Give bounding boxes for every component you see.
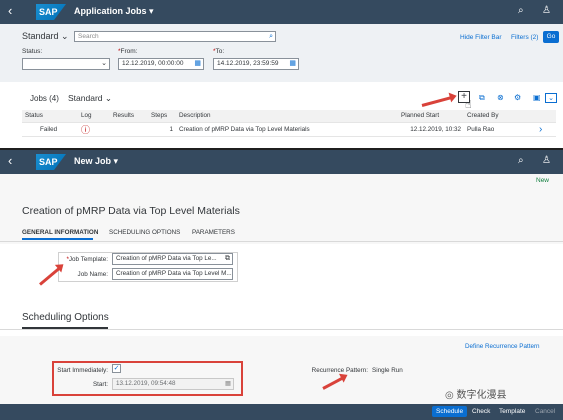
filter-bar: Standard ⌄ Search ⌕ Hide Filter Bar Filt… — [0, 24, 563, 82]
from-label: *From: — [118, 48, 138, 55]
chevron-down-icon: ⌄ — [101, 60, 107, 67]
tab-parameters[interactable]: PARAMETERS — [192, 229, 235, 236]
steps-cell: 1 — [148, 122, 176, 137]
tab-divider — [0, 241, 563, 242]
new-status-badge: New — [536, 177, 550, 184]
column-header[interactable]: Status — [22, 110, 78, 123]
export-menu-chevron-icon[interactable]: ⌄ — [545, 93, 557, 103]
column-header[interactable]: Description — [176, 110, 398, 123]
jobs-count: Jobs (4) — [30, 94, 59, 103]
table-header-row: Status Log Results Steps Description Pla… — [22, 110, 556, 123]
column-header[interactable]: Planned Start — [398, 110, 464, 123]
active-tab-indicator — [22, 238, 93, 240]
description-cell: Creation of pMRP Data via Top Level Mate… — [176, 122, 398, 137]
recurrence-pattern-label: Recurrence Pattern: — [311, 367, 368, 374]
sap-logo: SAP — [36, 4, 66, 20]
check-button[interactable]: Check — [472, 408, 490, 415]
page-title: Creation of pMRP Data via Top Level Mate… — [22, 205, 240, 217]
search-input[interactable]: Search ⌕ — [74, 31, 276, 42]
sap-logo: SAP — [36, 154, 66, 170]
user-icon[interactable]: ♙ — [542, 5, 551, 16]
wechat-icon: ◎ — [445, 390, 454, 401]
recurrence-pattern-value: Single Run — [372, 367, 403, 374]
start-date-input: 13.12.2019, 09:54:48 ▦ — [112, 378, 234, 390]
back-arrow-icon[interactable]: ‹ — [8, 153, 12, 168]
jobs-table: Status Log Results Steps Description Pla… — [22, 110, 556, 137]
planned-start-cell: 12.12.2019, 10:32 — [398, 122, 464, 137]
export-icon[interactable]: ▣ — [533, 93, 541, 102]
created-by-cell: Pulla Rao — [464, 122, 536, 137]
shell-bar-bottom: ‹ SAP New Job ▾ ⌕ ♙ — [0, 150, 563, 174]
column-header[interactable]: Log — [78, 110, 110, 123]
table-variant-selector[interactable]: Standard ⌄ — [68, 93, 112, 104]
search-icon: ⌕ — [269, 33, 273, 40]
template-button[interactable]: Template — [499, 408, 525, 415]
job-name-label: Job Name: — [77, 271, 108, 278]
app-title[interactable]: New Job ▾ — [74, 156, 118, 167]
status-label: Status: — [22, 48, 43, 55]
highlight-arrow — [421, 95, 454, 107]
cancel-button[interactable]: Cancel — [535, 408, 555, 415]
user-icon[interactable]: ♙ — [542, 155, 551, 166]
section-divider — [0, 329, 563, 330]
copy-icon[interactable]: ⧉ — [479, 93, 485, 103]
calendar-icon: ▦ — [225, 380, 231, 387]
job-name-input[interactable]: Creation of pMRP Data via Top Level M... — [112, 268, 233, 280]
value-help-icon: ⧉ — [225, 255, 230, 262]
calendar-icon: ▦ — [289, 60, 296, 67]
tab-general-information[interactable]: GENERAL INFORMATION — [22, 229, 98, 236]
hide-filter-bar-link[interactable]: Hide Filter Bar — [460, 34, 502, 41]
start-label: Start: — [92, 381, 108, 388]
filters-button[interactable]: Filters (2) — [511, 34, 538, 41]
to-date-input[interactable]: 14.12.2019, 23:59:59 ▦ — [213, 58, 299, 70]
back-arrow-icon[interactable]: ‹ — [8, 3, 12, 18]
job-template-label: *Job Template: — [66, 256, 108, 263]
error-log-icon[interactable]: ⓘ — [78, 122, 110, 137]
from-date-input[interactable]: 12.12.2019, 00:00:00 ▦ — [118, 58, 204, 70]
column-header[interactable]: Steps — [148, 110, 176, 123]
scheduling-options-title: Scheduling Options — [22, 312, 109, 323]
shell-bar-top: ‹ SAP Application Jobs ▾ ⌕ ♙ — [0, 0, 563, 24]
table-row[interactable]: Failed ⓘ 1 Creation of pMRP Data via Top… — [22, 122, 556, 137]
job-template-input[interactable]: Creation of pMRP Data via Top Le... ⧉ — [112, 253, 233, 265]
cancel-job-icon[interactable]: ⊗ — [497, 93, 504, 102]
results-cell — [110, 122, 148, 137]
variant-selector[interactable]: Standard ⌄ — [22, 31, 69, 42]
start-immediately-checkbox[interactable]: ✓ — [112, 364, 121, 373]
column-header[interactable]: Results — [110, 110, 148, 123]
tab-scheduling-options[interactable]: SCHEDULING OPTIONS — [109, 229, 180, 236]
column-header[interactable]: Created By — [464, 110, 536, 123]
watermark: ◎ 数字化漫县 — [445, 390, 507, 401]
app-title[interactable]: Application Jobs ▾ — [74, 6, 154, 17]
to-label: *To: — [213, 48, 225, 55]
schedule-button[interactable]: Schedule — [432, 406, 468, 417]
chevron-down-icon: ⌄ — [61, 31, 69, 41]
row-navigation-icon[interactable]: › — [536, 122, 556, 137]
footer-toolbar: Schedule Check Template Cancel — [0, 404, 563, 420]
status-select[interactable]: ⌄ — [22, 58, 110, 70]
chevron-down-icon: ⌄ — [104, 93, 112, 103]
search-icon[interactable]: ⌕ — [518, 155, 524, 166]
calendar-icon: ▦ — [194, 60, 201, 67]
settings-icon[interactable]: ⚙ — [514, 93, 521, 102]
status-cell: Failed — [22, 122, 78, 137]
start-immediately-label: Start Immediately: — [57, 367, 108, 374]
column-header — [536, 110, 556, 123]
search-icon[interactable]: ⌕ — [518, 5, 524, 16]
define-recurrence-link[interactable]: Define Recurrence Pattern — [465, 343, 540, 350]
go-button[interactable]: Go — [543, 31, 559, 43]
